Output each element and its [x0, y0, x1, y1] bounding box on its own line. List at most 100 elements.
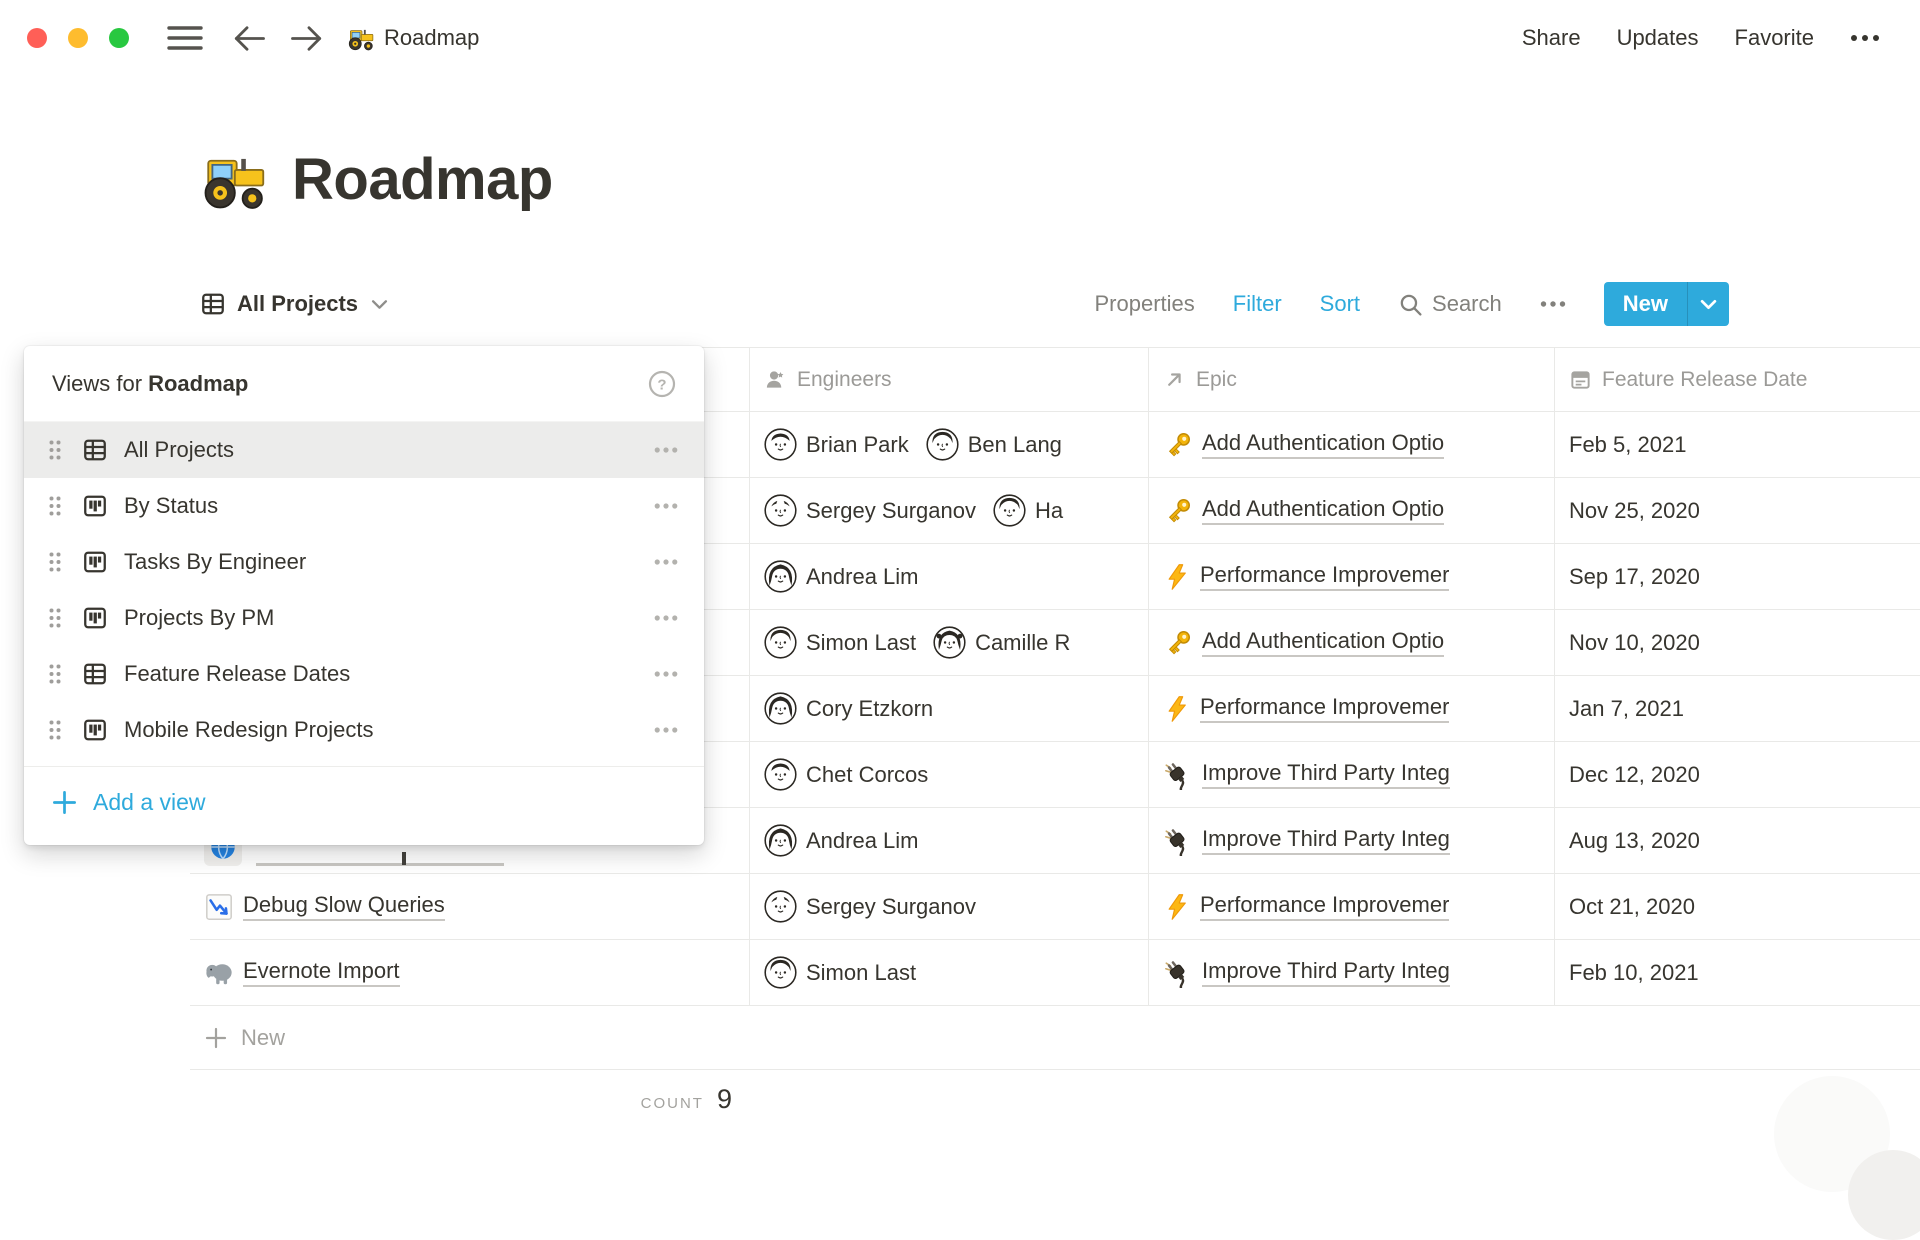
forward-icon[interactable]	[290, 25, 323, 52]
new-row-button[interactable]: New	[190, 1006, 1920, 1070]
epic-link[interactable]: Improve Third Party Integ	[1163, 826, 1450, 856]
view-item-by-status[interactable]: By Status	[24, 478, 704, 534]
person-chip[interactable]: Sergey Surganov	[764, 890, 976, 923]
engineers-cell[interactable]: Chet Corcos	[750, 742, 1149, 807]
table-view-icon	[200, 291, 226, 317]
drag-handle-icon[interactable]	[48, 495, 62, 517]
date-cell[interactable]: Sep 17, 2020	[1555, 544, 1920, 609]
breadcrumb[interactable]: Roadmap	[347, 25, 479, 52]
person-chip[interactable]: Cory Etzkorn	[764, 692, 933, 725]
updates-button[interactable]: Updates	[1617, 25, 1699, 51]
person-chip[interactable]: Andrea Lim	[764, 560, 919, 593]
person-chip[interactable]: Camille R	[933, 626, 1070, 659]
date-cell[interactable]: Aug 13, 2020	[1555, 808, 1920, 873]
filter-button[interactable]: Filter	[1233, 291, 1282, 317]
sort-button[interactable]: Sort	[1320, 291, 1360, 317]
epic-link[interactable]: Improve Third Party Integ	[1163, 958, 1450, 988]
add-view-button[interactable]: Add a view	[24, 775, 704, 829]
date-cell[interactable]: Dec 12, 2020	[1555, 742, 1920, 807]
engineers-cell[interactable]: Andrea Lim	[750, 544, 1149, 609]
engineers-cell[interactable]: Sergey Surganov Ha	[750, 478, 1149, 543]
epic-link[interactable]: Add Authentication Optio	[1163, 628, 1444, 658]
page-title[interactable]: Roadmap	[292, 146, 553, 213]
engineers-cell[interactable]: Andrea Lim	[750, 808, 1149, 873]
new-button[interactable]: New	[1604, 282, 1729, 326]
date-cell[interactable]: Feb 5, 2021	[1555, 412, 1920, 477]
view-item-tasks-by-engineer[interactable]: Tasks By Engineer	[24, 534, 704, 590]
epic-cell[interactable]: Improve Third Party Integ	[1149, 742, 1555, 807]
board-view-icon	[82, 493, 108, 519]
view-item-more-icon[interactable]	[654, 446, 678, 454]
epic-link[interactable]: Improve Third Party Integ	[1163, 760, 1450, 790]
epic-link[interactable]: Performance Improvemer	[1163, 562, 1449, 591]
person-chip[interactable]: Brian Park	[764, 428, 909, 461]
epic-link[interactable]: Performance Improvemer	[1163, 694, 1449, 723]
epic-cell[interactable]: Performance Improvemer	[1149, 544, 1555, 609]
date-cell[interactable]: Nov 10, 2020	[1555, 610, 1920, 675]
date-cell[interactable]: Jan 7, 2021	[1555, 676, 1920, 741]
view-item-feature-release-dates[interactable]: Feature Release Dates	[24, 646, 704, 702]
back-icon[interactable]	[233, 25, 266, 52]
search-button[interactable]: Search	[1398, 291, 1502, 317]
person-chip[interactable]: Simon Last	[764, 626, 916, 659]
epic-cell[interactable]: Improve Third Party Integ	[1149, 940, 1555, 1005]
person-chip[interactable]: Sergey Surganov	[764, 494, 976, 527]
view-item-more-icon[interactable]	[654, 726, 678, 734]
view-item-more-icon[interactable]	[654, 558, 678, 566]
drag-handle-icon[interactable]	[48, 551, 62, 573]
epic-cell[interactable]: Add Authentication Optio	[1149, 610, 1555, 675]
name-cell[interactable]: Evernote Import	[190, 940, 750, 1005]
engineers-cell[interactable]: Cory Etzkorn	[750, 676, 1149, 741]
view-selector[interactable]: All Projects	[200, 291, 388, 317]
drag-handle-icon[interactable]	[48, 607, 62, 629]
drag-handle-icon[interactable]	[48, 719, 62, 741]
drag-handle-icon[interactable]	[48, 663, 62, 685]
person-chip[interactable]: Ha	[993, 494, 1063, 527]
epic-link[interactable]: Performance Improvemer	[1163, 892, 1449, 921]
count-aggregate[interactable]: COUNT 9	[190, 1070, 750, 1130]
engineers-cell[interactable]: Simon Last Camille R	[750, 610, 1149, 675]
favorite-button[interactable]: Favorite	[1735, 25, 1814, 51]
column-header-feature-release-date[interactable]: Feature Release Date	[1555, 348, 1920, 411]
person-chip[interactable]: Chet Corcos	[764, 758, 928, 791]
view-item-more-icon[interactable]	[654, 502, 678, 510]
more-options-icon[interactable]	[1850, 34, 1880, 42]
view-item-projects-by-pm[interactable]: Projects By PM	[24, 590, 704, 646]
help-icon[interactable]: ?	[648, 370, 676, 398]
engineers-cell[interactable]: Sergey Surganov	[750, 874, 1149, 939]
close-window-button[interactable]	[27, 28, 47, 48]
epic-link[interactable]: Add Authentication Optio	[1163, 496, 1444, 526]
toolbar-more-icon[interactable]	[1540, 300, 1566, 308]
view-item-more-icon[interactable]	[654, 614, 678, 622]
new-dropdown-chevron-icon[interactable]	[1688, 282, 1729, 326]
engineers-cell[interactable]: Brian Park Ben Lang	[750, 412, 1149, 477]
zoom-window-button[interactable]	[109, 28, 129, 48]
epic-cell[interactable]: Add Authentication Optio	[1149, 412, 1555, 477]
name-cell[interactable]: Debug Slow Queries	[190, 874, 750, 939]
view-item-all-projects[interactable]: All Projects	[24, 422, 704, 478]
column-header-engineers[interactable]: Engineers	[750, 348, 1149, 411]
epic-cell[interactable]: Improve Third Party Integ	[1149, 808, 1555, 873]
view-item-more-icon[interactable]	[654, 670, 678, 678]
epic-link[interactable]: Add Authentication Optio	[1163, 430, 1444, 460]
database-toolbar: All Projects Properties Filter Sort Sear…	[200, 279, 1920, 329]
epic-cell[interactable]: Performance Improvemer	[1149, 874, 1555, 939]
date-cell[interactable]: Oct 21, 2020	[1555, 874, 1920, 939]
drag-handle-icon[interactable]	[48, 439, 62, 461]
sidebar-menu-icon[interactable]	[167, 25, 203, 51]
date-cell[interactable]: Nov 25, 2020	[1555, 478, 1920, 543]
share-button[interactable]: Share	[1522, 25, 1581, 51]
epic-cell[interactable]: Add Authentication Optio	[1149, 478, 1555, 543]
project-name-link[interactable]: Evernote Import	[204, 958, 400, 988]
column-header-epic[interactable]: Epic	[1149, 348, 1555, 411]
minimize-window-button[interactable]	[68, 28, 88, 48]
engineers-cell[interactable]: Simon Last	[750, 940, 1149, 1005]
person-chip[interactable]: Simon Last	[764, 956, 916, 989]
person-chip[interactable]: Andrea Lim	[764, 824, 919, 857]
properties-button[interactable]: Properties	[1095, 291, 1195, 317]
view-item-mobile-redesign-projects[interactable]: Mobile Redesign Projects	[24, 702, 704, 758]
project-name-link[interactable]: Debug Slow Queries	[204, 892, 445, 922]
epic-cell[interactable]: Performance Improvemer	[1149, 676, 1555, 741]
person-chip[interactable]: Ben Lang	[926, 428, 1062, 461]
date-cell[interactable]: Feb 10, 2021	[1555, 940, 1920, 1005]
